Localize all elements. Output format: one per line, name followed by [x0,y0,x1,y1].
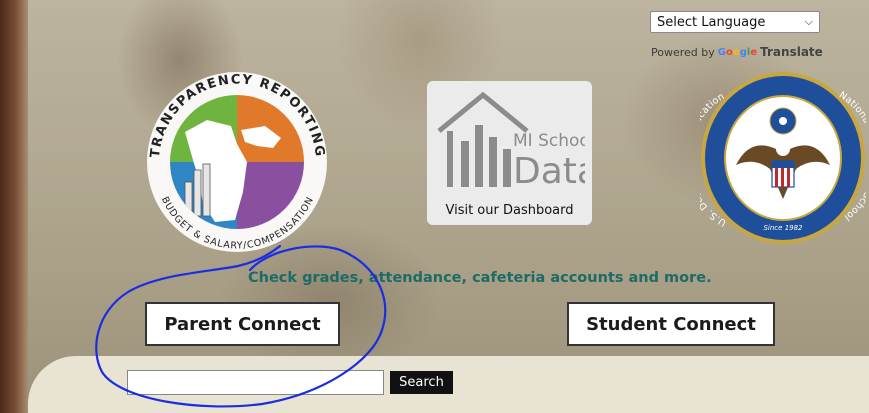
translate-label: Translate [760,45,823,59]
google-letter: g [739,46,747,58]
powered-by-google-translate[interactable]: Powered by Google Translate [651,44,826,60]
data-text: Data [513,151,585,191]
parent-connect-button[interactable]: Parent Connect [145,302,340,346]
student-connect-button[interactable]: Student Connect [567,302,775,346]
blue-ribbon-seal[interactable]: U.S. Department of Education National Bl… [681,71,869,245]
connect-tagline: Check grades, attendance, cafeteria acco… [248,270,712,286]
search-input[interactable] [127,370,384,395]
mi-school-data-card[interactable]: MI School Data Visit our Dashboard [427,81,592,225]
google-letter: G [717,46,726,58]
transparency-reporting-emblem: TRANSPARENCY REPORTING BUDGET & SALARY/C… [147,72,327,252]
google-wordmark: Google [718,47,757,58]
eagle-seal-icon: U.S. Department of Education National Bl… [681,72,869,244]
google-letter: o [732,46,740,58]
visit-dashboard-link[interactable]: Visit our Dashboard [427,203,592,218]
powered-by-label: Powered by [651,45,715,59]
google-letter: e [750,46,758,58]
left-edge-image-strip [0,0,28,413]
search-button[interactable]: Search [390,371,453,394]
chevron-down-icon: ⌵ [804,15,813,28]
mi-school-data-icon: MI School Data [437,91,585,191]
language-select-value: Select Language [657,14,766,30]
google-letter: o [725,46,733,58]
language-select[interactable]: Select Language ⌵ [650,11,820,33]
seal-since-text: Since 1982 [763,224,803,232]
mi-school-text: MI School [513,131,585,151]
transparency-reporting-logo[interactable]: TRANSPARENCY REPORTING BUDGET & SALARY/C… [145,70,330,255]
page: Select Language ⌵ Powered by Google Tran… [0,0,869,413]
